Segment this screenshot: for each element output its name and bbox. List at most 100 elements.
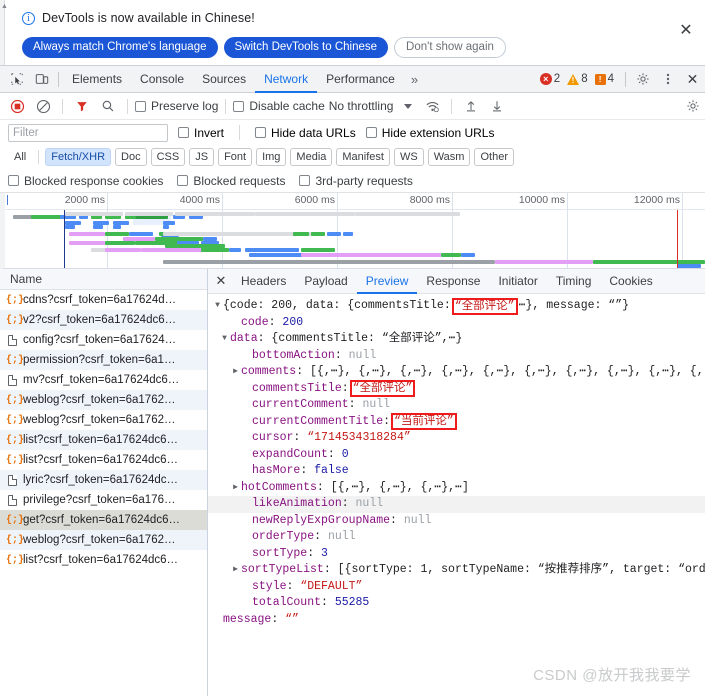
chip-other[interactable]: Other bbox=[474, 148, 514, 166]
devtools-close-icon[interactable]: ✕ bbox=[680, 67, 705, 91]
tab-timing[interactable]: Timing bbox=[547, 269, 601, 293]
request-list-body[interactable]: {;} cdns?csrf_token=6a17624d… {;} v2?csr… bbox=[0, 290, 207, 696]
tab-cookies[interactable]: Cookies bbox=[600, 269, 661, 293]
json-row-commentstitle[interactable]: commentsTitle : “全部评论” bbox=[208, 380, 705, 398]
json-row-hasmore[interactable]: hasMore : false bbox=[208, 463, 705, 480]
hide-extension-urls-checkbox[interactable]: Hide extension URLs bbox=[365, 126, 494, 140]
dont-show-again-button[interactable]: Don't show again bbox=[394, 36, 506, 58]
request-list-header[interactable]: Name bbox=[0, 269, 207, 290]
error-badge[interactable]: × 2 bbox=[539, 73, 560, 85]
json-row-sorttypelist[interactable]: sortTypeList : [{sortType: 1, sortTypeNa… bbox=[208, 562, 705, 579]
table-row[interactable]: {;} weblog?csrf_token=6a1762… bbox=[0, 390, 207, 410]
tab-console[interactable]: Console bbox=[131, 66, 193, 92]
chip-doc[interactable]: Doc bbox=[115, 148, 147, 166]
always-match-language-button[interactable]: Always match Chrome's language bbox=[22, 36, 218, 58]
network-overview-timeline[interactable]: 2000 ms 4000 ms 6000 ms 8000 ms 10000 ms… bbox=[0, 193, 705, 269]
chip-ws[interactable]: WS bbox=[393, 148, 424, 166]
tab-preview[interactable]: Preview bbox=[356, 269, 418, 294]
tab-performance[interactable]: Performance bbox=[317, 66, 404, 92]
chevron-right-icon[interactable] bbox=[230, 364, 241, 381]
json-row-newreplyexpgroupname[interactable]: newReplyExpGroupName : null bbox=[208, 513, 705, 530]
table-row[interactable]: {;} weblog?csrf_token=6a1762… bbox=[0, 530, 207, 550]
json-row-sorttype[interactable]: sortType : 3 bbox=[208, 546, 705, 563]
chip-fetch-xhr[interactable]: Fetch/XHR bbox=[45, 148, 112, 166]
close-icon[interactable]: ✕ bbox=[675, 20, 697, 42]
chip-img[interactable]: Img bbox=[256, 148, 287, 166]
table-row[interactable]: {;} permission?csrf_token=6a1… bbox=[0, 350, 207, 370]
chip-js[interactable]: JS bbox=[189, 148, 215, 166]
chevron-right-icon[interactable] bbox=[230, 562, 241, 579]
tab-headers[interactable]: Headers bbox=[232, 269, 295, 293]
table-row[interactable]: {;} cdns?csrf_token=6a17624d… bbox=[0, 290, 207, 310]
table-row-selected[interactable]: {;} get?csrf_token=6a17624dc6… bbox=[0, 510, 207, 530]
json-row-likeanimation[interactable]: likeAnimation : null bbox=[208, 496, 705, 513]
tab-network[interactable]: Network bbox=[255, 66, 318, 93]
throttling-select[interactable]: No throttling bbox=[327, 99, 394, 113]
chip-manifest[interactable]: Manifest bbox=[336, 148, 390, 166]
blocked-response-cookies-checkbox[interactable]: Blocked response cookies bbox=[8, 174, 163, 188]
chevron-right-icon[interactable] bbox=[230, 480, 241, 497]
chip-wasm[interactable]: Wasm bbox=[427, 148, 471, 166]
import-har-icon[interactable] bbox=[459, 94, 483, 118]
issue-badge[interactable]: ! 4 bbox=[594, 73, 614, 85]
chip-font[interactable]: Font bbox=[218, 148, 253, 166]
close-detail-icon[interactable]: ✕ bbox=[210, 269, 232, 293]
clear-icon[interactable] bbox=[31, 94, 55, 118]
tab-payload[interactable]: Payload bbox=[295, 269, 356, 293]
device-toolbar-icon[interactable] bbox=[29, 67, 54, 91]
table-row[interactable]: lyric?csrf_token=6a17624dc… bbox=[0, 470, 207, 490]
record-stop-icon[interactable] bbox=[5, 94, 29, 118]
chip-css[interactable]: CSS bbox=[150, 148, 186, 166]
table-row[interactable]: {;} v2?csrf_token=6a17624dc6… bbox=[0, 310, 207, 330]
json-row-cursor[interactable]: cursor : “1714534318284” bbox=[208, 430, 705, 447]
chevron-down-icon[interactable] bbox=[219, 331, 230, 348]
json-row-style[interactable]: style : “DEFAULT” bbox=[208, 579, 705, 596]
table-row[interactable]: {;} weblog?csrf_token=6a1762… bbox=[0, 410, 207, 430]
table-row[interactable]: privilege?csrf_token=6a176… bbox=[0, 490, 207, 510]
switch-devtools-to-chinese-button[interactable]: Switch DevTools to Chinese bbox=[223, 36, 389, 58]
table-row[interactable]: {;} list?csrf_token=6a17624dc6… bbox=[0, 550, 207, 570]
table-row[interactable]: {;} list?csrf_token=6a17624dc6… bbox=[0, 450, 207, 470]
json-row-currentcomment[interactable]: currentComment : null bbox=[208, 397, 705, 414]
json-row-root[interactable]: {code: 200, data: {commentsTitle: “全部评论”… bbox=[208, 297, 705, 315]
json-row-expandcount[interactable]: expandCount : 0 bbox=[208, 447, 705, 464]
disable-cache-checkbox[interactable]: Disable cache bbox=[233, 99, 325, 113]
preserve-log-checkbox[interactable]: Preserve log bbox=[135, 99, 218, 113]
search-icon[interactable] bbox=[96, 94, 120, 118]
table-row[interactable]: mv?csrf_token=6a17624dc6… bbox=[0, 370, 207, 390]
tab-elements[interactable]: Elements bbox=[63, 66, 131, 92]
table-row[interactable]: config?csrf_token=6a17624… bbox=[0, 330, 207, 350]
export-har-icon[interactable] bbox=[485, 94, 509, 118]
invert-checkbox[interactable]: Invert bbox=[178, 126, 224, 140]
json-row-totalcount[interactable]: totalCount : 55285 bbox=[208, 595, 705, 612]
json-row-bottomaction[interactable]: bottomAction : null bbox=[208, 348, 705, 365]
network-settings-gear-icon[interactable] bbox=[681, 94, 705, 118]
json-row-currentcommenttitle[interactable]: currentCommentTitle : “当前评论” bbox=[208, 413, 705, 431]
inspect-cursor-icon[interactable] bbox=[4, 67, 29, 91]
json-row-hotcomments[interactable]: hotComments : [{,⋯}, {,⋯}, {,⋯},⋯] bbox=[208, 480, 705, 497]
chip-all[interactable]: All bbox=[8, 148, 33, 166]
chevron-down-icon[interactable] bbox=[212, 298, 223, 315]
filter-funnel-icon[interactable] bbox=[70, 94, 94, 118]
kebab-menu-icon[interactable] bbox=[655, 67, 680, 91]
chevron-down-icon[interactable] bbox=[404, 103, 413, 109]
gear-icon[interactable] bbox=[630, 67, 655, 91]
network-conditions-icon[interactable] bbox=[420, 94, 444, 118]
tab-sources[interactable]: Sources bbox=[193, 66, 255, 92]
tab-response[interactable]: Response bbox=[417, 269, 489, 293]
filter-input[interactable] bbox=[8, 123, 168, 142]
json-row-message[interactable]: message : “” bbox=[208, 612, 705, 629]
warning-badge[interactable]: 8 bbox=[567, 73, 588, 85]
blocked-requests-checkbox[interactable]: Blocked requests bbox=[177, 174, 285, 188]
json-row-comments[interactable]: comments : [{,⋯}, {,⋯}, {,⋯}, {,⋯}, {,⋯}… bbox=[208, 364, 705, 381]
json-row-data[interactable]: data : {commentsTitle: “全部评论”,⋯} bbox=[208, 331, 705, 348]
table-row[interactable]: {;} list?csrf_token=6a17624dc6… bbox=[0, 430, 207, 450]
more-tabs-icon[interactable]: » bbox=[404, 72, 425, 87]
json-preview-tree[interactable]: {code: 200, data: {commentsTitle: “全部评论”… bbox=[208, 294, 705, 696]
chip-media[interactable]: Media bbox=[290, 148, 333, 166]
tab-initiator[interactable]: Initiator bbox=[489, 269, 546, 293]
hide-data-urls-checkbox[interactable]: Hide data URLs bbox=[255, 126, 356, 140]
json-row-code[interactable]: code : 200 bbox=[208, 315, 705, 332]
json-row-ordertype[interactable]: orderType : null bbox=[208, 529, 705, 546]
third-party-requests-checkbox[interactable]: 3rd-party requests bbox=[299, 174, 413, 188]
